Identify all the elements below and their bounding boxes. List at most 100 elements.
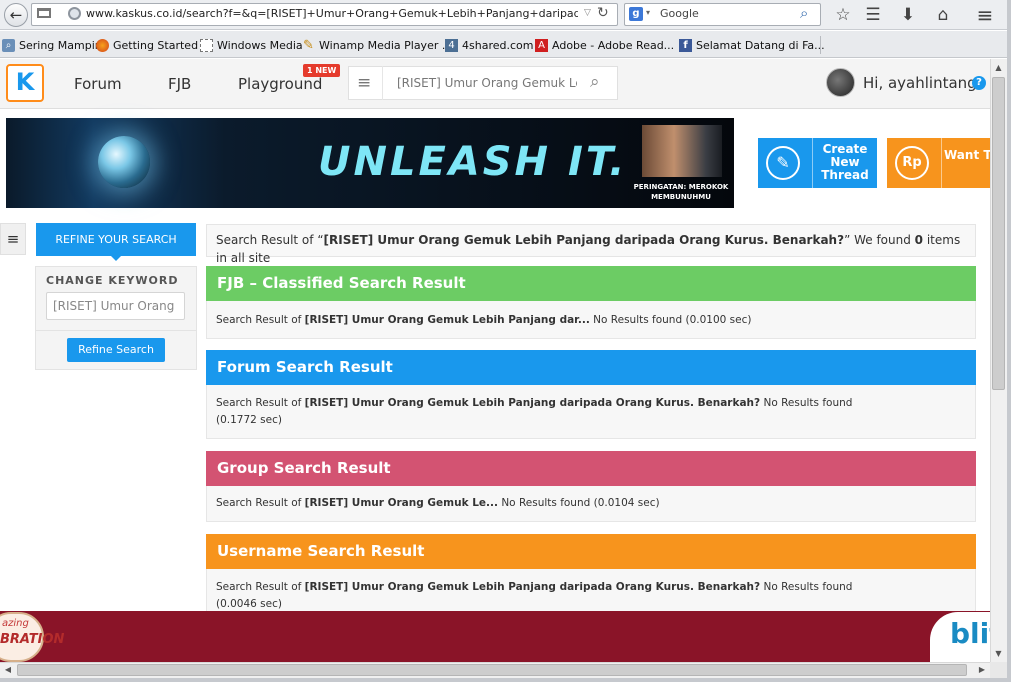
adobe-icon: A xyxy=(535,38,548,52)
result-prefix: Search Result of xyxy=(216,581,305,593)
rupiah-icon: Rp xyxy=(895,146,929,180)
keyword-input[interactable] xyxy=(46,292,185,320)
change-keyword-label: CHANGE KEYWORD xyxy=(46,274,179,287)
bookmark-label: Selamat Datang di Fa... xyxy=(696,38,825,52)
bookmarks-menu-icon[interactable]: ☰ xyxy=(860,4,886,26)
result-prefix: Search Result of xyxy=(216,397,305,409)
4shared-icon: 4 xyxy=(445,38,458,52)
search-summary: Search Result of “[RISET] Umur Orang Gem… xyxy=(216,231,966,267)
banner-orb-graphic xyxy=(98,136,150,188)
pencil-icon: ✎ xyxy=(766,146,800,180)
google-engine-icon[interactable]: g xyxy=(629,7,643,21)
want-to-sell-label: Want To Sell xyxy=(944,149,990,162)
site-identity-icon[interactable] xyxy=(68,7,81,20)
blank-page-icon xyxy=(200,38,213,52)
help-icon[interactable]: ? xyxy=(972,76,986,90)
banner-warning-photo xyxy=(642,125,722,177)
downloads-icon[interactable]: ⬇ xyxy=(895,4,921,26)
refine-search-button[interactable]: Refine Search xyxy=(67,338,165,362)
browser-menu-icon[interactable]: ≡ xyxy=(972,4,998,26)
hamburger-menu-icon[interactable]: ≡ xyxy=(357,73,371,93)
scroll-left-icon[interactable]: ◀ xyxy=(0,662,16,678)
bookmark-item[interactable]: f Selamat Datang di Fa... xyxy=(679,34,825,56)
forum-result-text: Search Result of [RISET] Umur Orang Gemu… xyxy=(216,395,856,429)
scroll-right-icon[interactable]: ▶ xyxy=(974,662,990,678)
result-query: [RISET] Umur Orang Gemuk Lebih Panjang d… xyxy=(304,397,761,409)
bookmark-item[interactable]: ⌕ Sering Mampir xyxy=(2,34,99,56)
forum-section-title: Forum Search Result xyxy=(206,350,976,385)
horizontal-scroll-thumb[interactable] xyxy=(17,664,967,676)
nav-forum[interactable]: Forum xyxy=(74,74,122,94)
facebook-icon: f xyxy=(679,38,692,52)
engine-dropdown-icon[interactable]: ▾ xyxy=(646,8,650,17)
user-greeting[interactable]: Hi, ayahlintang xyxy=(863,73,977,93)
bookmark-label: Windows Media xyxy=(217,38,303,52)
browser-search-box[interactable] xyxy=(624,3,821,26)
bookmark-star-icon[interactable]: ☆ xyxy=(830,4,856,26)
site-search-input[interactable]: [RISET] Umur Orang Gemuk Leb xyxy=(397,75,577,91)
reload-icon[interactable]: ↻ xyxy=(597,4,609,22)
banner-headline: UNLEASH IT. xyxy=(318,139,628,185)
tab-refine-search[interactable]: REFINE YOUR SEARCH xyxy=(36,223,196,256)
group-section-title: Group Search Result xyxy=(206,451,976,486)
group-result-text: Search Result of [RISET] Umur Orang Gemu… xyxy=(216,495,856,512)
bookmark-label: Adobe - Adobe Read... xyxy=(552,38,675,52)
bookmark-item[interactable]: 4 4shared.com xyxy=(445,34,533,56)
window-bottom-border xyxy=(0,678,1011,682)
bookmark-item[interactable]: A Adobe - Adobe Read... xyxy=(535,34,674,56)
firefox-icon xyxy=(96,38,109,52)
bookmark-label: Getting Started xyxy=(113,38,199,52)
result-prefix: Search Result of xyxy=(216,497,305,509)
bookmark-label: 4shared.com xyxy=(462,38,534,52)
url-text[interactable]: www.kaskus.co.id/search?f=&q=[RISET]+Umu… xyxy=(86,7,578,21)
tab-caret-icon xyxy=(110,255,122,261)
sidebar-toggle-icon[interactable]: ≡ xyxy=(0,223,26,255)
bookmarks-separator xyxy=(820,36,821,54)
banner-warning-text: PERINGATAN: MEROKOK MEMBUNUHMU xyxy=(633,183,729,201)
button-divider xyxy=(812,138,813,188)
bottom-ad-banner[interactable] xyxy=(0,611,990,662)
username-section-title: Username Search Result xyxy=(206,534,976,569)
scroll-down-icon[interactable]: ▼ xyxy=(990,645,1007,662)
bookmark-item[interactable]: Getting Started xyxy=(96,34,198,56)
bookmark-label: Sering Mampir xyxy=(19,38,100,52)
result-status: No Results found (0.0100 sec) xyxy=(589,314,752,326)
scroll-up-icon[interactable]: ▲ xyxy=(990,59,1007,76)
username-result-text: Search Result of [RISET] Umur Orang Gemu… xyxy=(216,579,856,613)
result-query: [RISET] Umur Orang Gemuk Le... xyxy=(304,497,498,509)
create-thread-label: Create New Thread xyxy=(821,142,869,182)
panel-divider xyxy=(36,330,196,331)
kaskus-logo[interactable]: K xyxy=(6,64,44,102)
frequent-icon: ⌕ xyxy=(2,38,15,52)
browser-search-placeholder[interactable]: Google xyxy=(660,7,699,21)
summary-query: [RISET] Umur Orang Gemuk Lebih Panjang d… xyxy=(323,233,845,247)
vertical-scroll-thumb[interactable] xyxy=(992,77,1005,390)
summary-middle: ” We found xyxy=(844,233,915,247)
avatar[interactable] xyxy=(826,68,855,97)
badge-title-text: BRATION xyxy=(0,632,65,647)
search-divider xyxy=(382,66,383,100)
tab-groups-icon[interactable] xyxy=(37,8,51,18)
bookmark-item[interactable]: ✎ Winamp Media Player ... xyxy=(302,34,452,56)
scroll-corner xyxy=(990,662,1007,678)
summary-prefix: Search Result of “ xyxy=(216,233,324,247)
url-history-dropdown-icon[interactable]: ▽ xyxy=(584,6,591,20)
bookmark-item[interactable]: Windows Media xyxy=(200,34,303,56)
back-button[interactable]: ← xyxy=(4,3,28,27)
result-count: 0 xyxy=(914,233,924,247)
button-divider xyxy=(941,138,942,188)
badge-script-text: azing xyxy=(2,618,29,629)
search-go-icon[interactable]: ⌕ xyxy=(800,4,808,22)
result-status: No Results found (0.0104 sec) xyxy=(497,497,660,509)
search-icon[interactable]: ⌕ xyxy=(590,72,600,92)
result-prefix: Search Result of xyxy=(216,314,305,326)
home-icon[interactable]: ⌂ xyxy=(930,4,956,26)
nav-playground[interactable]: Playground xyxy=(238,74,322,94)
result-query: [RISET] Umur Orang Gemuk Lebih Panjang d… xyxy=(304,314,590,326)
nav-fjb[interactable]: FJB xyxy=(168,74,191,94)
bookmark-label: Winamp Media Player ... xyxy=(319,38,453,52)
result-query: [RISET] Umur Orang Gemuk Lebih Panjang d… xyxy=(304,581,761,593)
new-notification-badge: 1 NEW xyxy=(303,64,341,77)
winamp-icon: ✎ xyxy=(303,37,314,53)
fjb-result-text: Search Result of [RISET] Umur Orang Gemu… xyxy=(216,312,856,329)
